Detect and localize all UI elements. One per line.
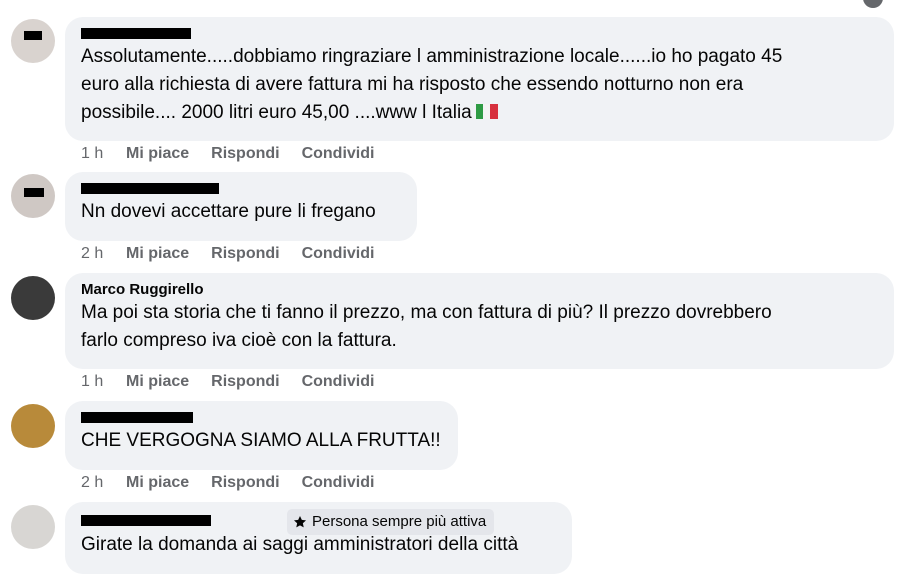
comment-author[interactable] xyxy=(81,24,878,43)
comment-text-line: possibile.... 2000 litri euro 45,00 ....… xyxy=(81,99,878,127)
like-button[interactable]: Mi piace xyxy=(126,145,189,163)
comment-actions: 2 h Mi piace Rispondi Condividi xyxy=(81,245,396,263)
like-button[interactable]: Mi piace xyxy=(126,373,189,391)
redaction-bar xyxy=(81,515,211,526)
reply-button[interactable]: Rispondi xyxy=(211,145,279,163)
comment-author[interactable] xyxy=(81,408,442,427)
redaction-bar xyxy=(24,31,42,40)
comment-timestamp[interactable]: 1 h xyxy=(81,373,126,391)
share-button[interactable]: Condividi xyxy=(302,373,375,391)
comment-text-line: CHE VERGOGNA SIAMO ALLA FRUTTA!! xyxy=(81,430,441,451)
reply-button[interactable]: Rispondi xyxy=(211,474,279,492)
italy-flag-icon xyxy=(475,100,498,119)
avatar[interactable] xyxy=(11,276,55,320)
options-icon[interactable] xyxy=(863,0,883,8)
reply-button[interactable]: Rispondi xyxy=(211,245,279,263)
comment-actions: 2 h Mi piace Rispondi Condividi xyxy=(81,474,396,492)
comment-author[interactable]: Marco Ruggirello xyxy=(81,280,878,299)
comment-bubble: Nn dovevi accettare pure li fregano xyxy=(65,172,417,241)
avatar[interactable] xyxy=(11,404,55,448)
avatar[interactable] xyxy=(11,174,55,218)
share-button[interactable]: Condividi xyxy=(302,474,375,492)
comment-actions: 1 h Mi piace Rispondi Condividi xyxy=(81,145,396,163)
top-fan-badge[interactable]: Persona sempre più attiva xyxy=(287,509,495,535)
like-button[interactable]: Mi piace xyxy=(126,245,189,263)
avatar[interactable] xyxy=(11,19,55,63)
comment-bubble: CHE VERGOGNA SIAMO ALLA FRUTTA!! xyxy=(65,401,458,470)
star-icon xyxy=(293,516,307,528)
comment-bubble: Assolutamente.....dobbiamo ringraziare l… xyxy=(65,17,894,141)
comment-timestamp[interactable]: 1 h xyxy=(81,145,126,163)
share-button[interactable]: Condividi xyxy=(302,245,375,263)
redaction-bar xyxy=(81,183,219,194)
redaction-bar xyxy=(81,28,191,39)
comment-author[interactable] xyxy=(81,179,401,198)
reply-button[interactable]: Rispondi xyxy=(211,373,279,391)
comment-timestamp[interactable]: 2 h xyxy=(81,245,126,263)
comment-text-line: farlo compreso iva cioè con la fattura. xyxy=(81,330,397,351)
share-button[interactable]: Condividi xyxy=(302,145,375,163)
avatar[interactable] xyxy=(11,505,55,549)
comment-text-line: euro alla richiesta di avere fattura mi … xyxy=(81,74,744,95)
comment-bubble: Persona sempre più attiva Girate la doma… xyxy=(65,502,572,574)
redaction-bar xyxy=(24,188,44,197)
redaction-bar xyxy=(81,412,193,423)
comment-timestamp[interactable]: 2 h xyxy=(81,474,126,492)
like-button[interactable]: Mi piace xyxy=(126,474,189,492)
badge-label: Persona sempre più attiva xyxy=(312,513,487,530)
comment-text-line: Girate la domanda ai saggi amministrator… xyxy=(81,534,519,555)
comment-actions: 1 h Mi piace Rispondi Condividi xyxy=(81,373,396,391)
comment-text-line: Assolutamente.....dobbiamo ringraziare l… xyxy=(81,46,783,67)
comment-text-line: Ma poi sta storia che ti fanno il prezzo… xyxy=(81,302,772,323)
comment-text-line: Nn dovevi accettare pure li fregano xyxy=(81,201,376,222)
comment-bubble: Marco Ruggirello Ma poi sta storia che t… xyxy=(65,273,894,369)
